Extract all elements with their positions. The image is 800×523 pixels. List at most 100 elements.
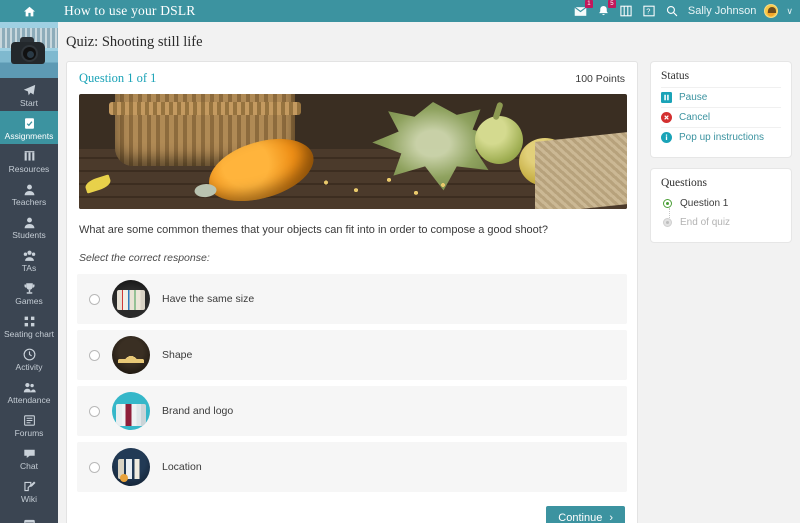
sidebar-item-forums[interactable]: Forums [0,408,58,441]
gradebook-icon[interactable] [619,4,634,19]
questions-list: Question 1 End of quiz [661,194,781,232]
questions-panel: Questions Question 1 End of quiz [650,168,792,243]
status-label: Pop up instructions [679,132,765,143]
top-bar-actions: 1 5 ? Sally Johnson ∨ [573,0,800,22]
sidebar-item-activity[interactable]: Activity [0,342,58,375]
status-label: Cancel [679,112,711,123]
sidebar-item-label: Chat [20,460,38,471]
question-text: What are some common themes that your ob… [79,224,548,236]
sidebar-item-wiki[interactable]: Wiki [0,474,58,507]
questions-list-item[interactable]: End of quiz [663,213,781,232]
answer-option-label: Location [162,461,202,473]
answer-radio[interactable] [89,461,100,473]
course-thumbnail[interactable] [0,22,58,78]
sidebar-item-label: Attendance [7,394,51,405]
answer-radio[interactable] [89,405,100,417]
status-label: Pause [679,92,708,103]
messages-icon[interactable]: 1 [573,0,593,19]
question-points: 100 Points [575,73,625,85]
sidebar-item-chat[interactable]: Chat [0,441,58,474]
sidebar-items: Start Assignments Resources Teachers Student… [0,78,58,523]
answer-option-label: Shape [162,349,193,361]
messages-badge: 1 [584,0,593,8]
questions-list-label: End of quiz [680,217,731,228]
page-content: Question 1 of 1 100 Points What are some… [58,61,800,523]
continue-button[interactable]: Continue › [546,506,625,523]
answer-radio[interactable] [89,293,100,305]
answer-options: Have the same size Shape Brand and logo Loc… [67,274,637,492]
home-button[interactable] [0,0,58,22]
clock-icon [23,348,36,361]
avatar[interactable] [764,4,779,18]
top-bar: How to use your DSLR 1 5 ? Sally Johnson… [0,0,800,22]
sidebar-item-label: Teachers [11,196,47,207]
people-icon [23,249,36,262]
questions-list-item[interactable]: Question 1 [663,194,781,220]
question-header: Question 1 of 1 100 Points [67,62,637,94]
answer-option-label: Have the same size [162,293,255,305]
info-icon [661,132,672,143]
sidebar-item-seating-chart[interactable]: Seating chart [0,309,58,342]
sidebar-item-label: Start [20,97,38,108]
chevron-right-icon: › [609,512,613,523]
app-root: How to use your DSLR 1 5 ? Sally Johnson… [0,0,800,523]
pause-icon [661,92,672,103]
notifications-icon[interactable]: 5 [596,0,616,19]
sidebar-item-attendance[interactable]: Attendance [0,375,58,408]
group-icon [23,381,36,394]
questions-list-label: Question 1 [680,198,729,209]
page-title: Quiz: Shooting still life [66,34,203,50]
canned-drinks-thumbnail [112,280,150,318]
notifications-badge: 5 [607,0,616,8]
image-green-gourd [475,116,523,164]
camera-lens [21,45,38,62]
sidebar-item-label: Wiki [20,493,38,504]
image-seeds [311,172,461,198]
sidebar-item-teachers[interactable]: Teachers [0,177,58,210]
sidebar-item-label: Students [12,229,46,240]
sidebar-item-calendar[interactable] [0,507,58,523]
answer-option[interactable]: Shape [77,330,627,380]
course-title: How to use your DSLR [64,3,196,18]
quiz-card: Question 1 of 1 100 Points What are some… [66,61,638,523]
edit-icon [23,480,36,493]
sidebar-item-resources[interactable]: Resources [0,144,58,177]
answer-option[interactable]: Have the same size [77,274,627,324]
calendar-icon [23,518,36,523]
svg-text:?: ? [647,7,651,15]
sidebar-item-label: Resources [8,163,50,174]
status-row-popup-instructions[interactable]: Pop up instructions [661,127,781,147]
sidebar-item-games[interactable]: Games [0,276,58,309]
question-pending-icon [663,218,672,227]
sidebar: Start Assignments Resources Teachers Student… [0,22,58,523]
sidebar-item-tas[interactable]: TAs [0,243,58,276]
list-icon [23,414,36,427]
question-instruction: Select the correct response: [79,252,210,264]
answer-option[interactable]: Location [77,442,627,492]
answer-option[interactable]: Brand and logo [77,386,627,436]
answer-radio[interactable] [89,349,100,361]
right-column: Status Pause Cancel Pop up instructions … [650,61,792,523]
sidebar-item-start[interactable]: Start [0,78,58,111]
sidebar-item-label: Activity [15,361,43,372]
username-label: Sally Johnson [687,5,757,17]
question-current-icon [663,199,672,208]
image-burlap-cloth [535,132,627,209]
sidebar-item-students[interactable]: Students [0,210,58,243]
sidebar-item-label: Forums [14,427,44,438]
pears-dark-thumbnail [112,336,150,374]
status-row-pause[interactable]: Pause [661,87,781,107]
sidebar-item-assignments[interactable]: Assignments [0,111,58,144]
home-icon [23,6,35,17]
chevron-down-icon[interactable]: ∨ [786,6,793,17]
continue-label: Continue [558,512,603,523]
person-icon [23,216,36,229]
questions-panel-title: Questions [661,177,707,189]
help-icon[interactable]: ? [642,4,657,19]
sidebar-item-label: Games [15,295,43,306]
status-row-cancel[interactable]: Cancel [661,107,781,127]
sidebar-item-label: TAs [21,262,37,273]
search-icon[interactable] [665,4,680,19]
quiz-footer: Continue › [67,498,637,523]
books-icon [23,150,36,163]
